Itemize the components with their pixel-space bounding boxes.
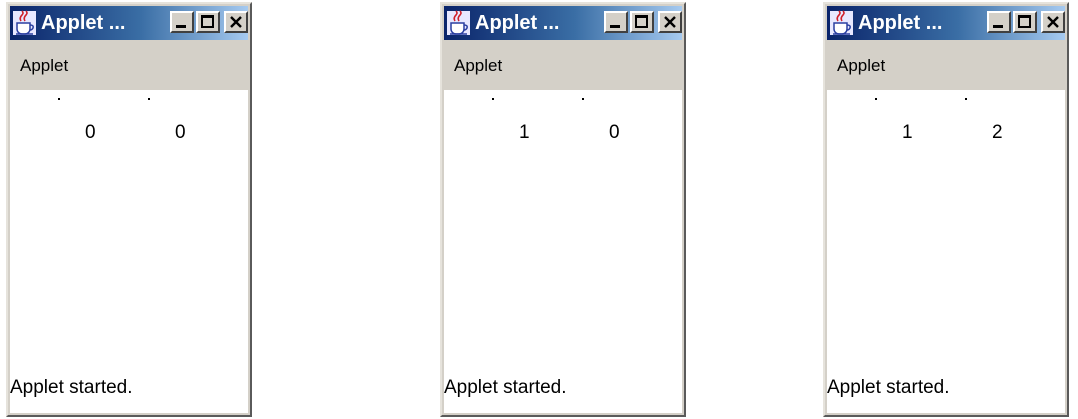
java-coffee-cup-icon[interactable]	[829, 10, 854, 36]
close-button[interactable]	[658, 11, 682, 33]
applet-window-3: Applet ... Applet 1 2 Applet started.	[823, 2, 1069, 417]
maximize-button[interactable]	[196, 11, 220, 33]
close-button[interactable]	[224, 11, 248, 33]
menu-item-applet[interactable]: Applet	[20, 56, 68, 76]
counter-value-2: 0	[609, 122, 620, 143]
marker-dot	[58, 98, 60, 100]
menu-bar: Applet	[827, 42, 1065, 90]
window-title: Applet ...	[41, 12, 126, 34]
window-title: Applet ...	[858, 12, 943, 34]
menu-bar: Applet	[10, 42, 248, 90]
applet-window-1: Applet ... Applet 0 0 Applet started.	[6, 2, 252, 417]
applet-canvas[interactable]: 1 2 Applet started.	[827, 90, 1065, 413]
status-text: Applet started.	[444, 377, 567, 398]
status-text: Applet started.	[827, 377, 950, 398]
applet-canvas[interactable]: 0 0 Applet started.	[10, 90, 248, 413]
marker-dot	[875, 98, 877, 100]
menu-item-applet[interactable]: Applet	[454, 56, 502, 76]
title-bar[interactable]: Applet ...	[10, 6, 248, 40]
marker-dot	[492, 98, 494, 100]
close-icon	[1047, 16, 1059, 28]
close-button[interactable]	[1041, 11, 1065, 33]
menu-bar: Applet	[444, 42, 682, 90]
close-icon	[664, 16, 676, 28]
counter-value-2: 2	[992, 122, 1003, 143]
marker-dot	[582, 98, 584, 100]
menu-item-applet[interactable]: Applet	[837, 56, 885, 76]
marker-dot	[965, 98, 967, 100]
counter-value-1: 1	[902, 122, 913, 143]
java-coffee-cup-icon[interactable]	[12, 10, 37, 36]
applet-canvas[interactable]: 1 0 Applet started.	[444, 90, 682, 413]
counter-value-1: 0	[85, 122, 96, 143]
counter-value-1: 1	[519, 122, 530, 143]
maximize-button[interactable]	[630, 11, 654, 33]
minimize-button[interactable]	[987, 11, 1011, 33]
close-icon	[230, 16, 242, 28]
title-bar[interactable]: Applet ...	[827, 6, 1065, 40]
marker-dot	[148, 98, 150, 100]
title-bar[interactable]: Applet ...	[444, 6, 682, 40]
window-title: Applet ...	[475, 12, 560, 34]
applet-window-2: Applet ... Applet 1 0 Applet started.	[440, 2, 686, 417]
maximize-button[interactable]	[1013, 11, 1037, 33]
minimize-button[interactable]	[170, 11, 194, 33]
minimize-button[interactable]	[604, 11, 628, 33]
counter-value-2: 0	[175, 122, 186, 143]
java-coffee-cup-icon[interactable]	[446, 10, 471, 36]
status-text: Applet started.	[10, 377, 133, 398]
